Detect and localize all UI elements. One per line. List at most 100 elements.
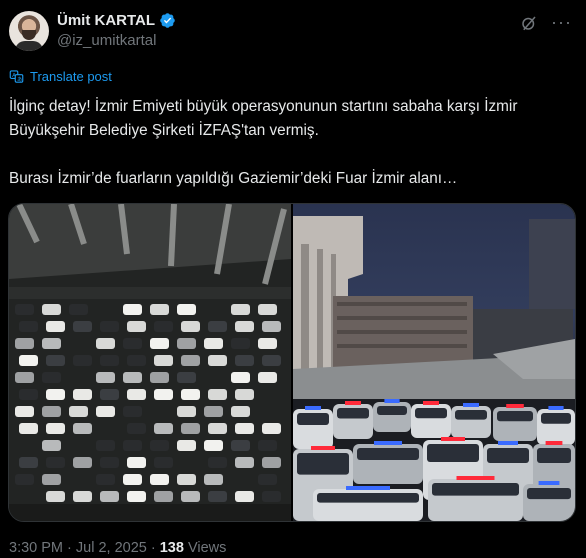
parked-car — [181, 389, 200, 400]
parked-car — [15, 406, 34, 417]
parked-car — [42, 474, 61, 485]
parked-car — [100, 491, 119, 502]
parked-car — [150, 338, 169, 349]
parked-car — [100, 457, 119, 468]
parked-car — [42, 406, 61, 417]
parked-car — [154, 457, 173, 468]
parked-car — [15, 338, 34, 349]
parked-car — [73, 355, 92, 366]
parked-car — [46, 321, 65, 332]
parked-car — [262, 457, 281, 468]
parked-car — [258, 372, 277, 383]
parked-car — [123, 474, 142, 485]
translate-post-link[interactable]: A あ Translate post — [9, 69, 112, 84]
parked-car — [154, 491, 173, 502]
police-cars — [293, 399, 575, 521]
svg-text:あ: あ — [17, 77, 22, 83]
parked-car — [15, 474, 34, 485]
parked-car — [46, 355, 65, 366]
parked-car — [123, 304, 142, 315]
author-handle[interactable]: @iz_umitkartal — [57, 32, 156, 49]
parked-car — [19, 423, 38, 434]
parked-car — [96, 474, 115, 485]
parked-car — [208, 423, 227, 434]
parked-car — [127, 423, 146, 434]
parked-car — [154, 321, 173, 332]
more-icon[interactable]: ··· — [551, 12, 572, 33]
parked-car — [262, 355, 281, 366]
parked-car — [235, 321, 254, 332]
parked-car — [69, 406, 88, 417]
parked-car — [235, 355, 254, 366]
parked-car — [177, 372, 196, 383]
parked-car — [150, 304, 169, 315]
parked-car — [73, 389, 92, 400]
parked-car — [100, 321, 119, 332]
parked-car — [177, 474, 196, 485]
parked-car — [73, 491, 92, 502]
grok-icon[interactable] — [520, 14, 538, 32]
parked-car — [73, 457, 92, 468]
author-name[interactable]: Ümit KARTAL — [57, 12, 155, 29]
verified-badge-icon — [160, 13, 175, 28]
parked-car — [96, 338, 115, 349]
parked-car — [123, 406, 142, 417]
parked-car — [69, 304, 88, 315]
parked-car — [177, 406, 196, 417]
post-time[interactable]: 3:30 PM — [9, 540, 63, 556]
parked-car — [231, 304, 250, 315]
parked-car — [19, 321, 38, 332]
parked-car — [46, 389, 65, 400]
parked-car — [46, 457, 65, 468]
parked-car — [19, 389, 38, 400]
parked-car — [262, 423, 281, 434]
parked-car — [258, 440, 277, 451]
parked-car — [204, 474, 223, 485]
translate-label[interactable]: Translate post — [30, 69, 112, 84]
parked-car — [181, 355, 200, 366]
parked-car — [127, 389, 146, 400]
views-label: Views — [187, 540, 227, 556]
parked-car — [208, 321, 227, 332]
parked-car — [154, 389, 173, 400]
parked-car — [204, 338, 223, 349]
parked-car — [204, 440, 223, 451]
parked-car — [127, 457, 146, 468]
parked-car — [96, 406, 115, 417]
parked-car — [150, 440, 169, 451]
parked-car — [177, 440, 196, 451]
parked-car — [15, 372, 34, 383]
avatar[interactable] — [9, 11, 49, 51]
parked-car — [181, 491, 200, 502]
parked-car — [231, 372, 250, 383]
post-media[interactable] — [8, 203, 576, 522]
parked-car — [150, 372, 169, 383]
parked-car — [127, 491, 146, 502]
parked-car — [154, 423, 173, 434]
parked-car — [100, 389, 119, 400]
parked-car — [235, 423, 254, 434]
meta-separator: · — [63, 540, 76, 556]
parked-car — [42, 338, 61, 349]
parked-car — [204, 406, 223, 417]
parked-car — [231, 338, 250, 349]
post-date[interactable]: Jul 2, 2025 — [76, 540, 147, 556]
aerial-parking-lot-photo[interactable] — [9, 204, 291, 521]
parked-car — [19, 457, 38, 468]
parked-car — [73, 321, 92, 332]
parked-car — [42, 440, 61, 451]
author-name-row: Ümit KARTAL — [57, 12, 176, 29]
parked-car — [181, 321, 200, 332]
parked-car — [127, 321, 146, 332]
parked-car — [208, 355, 227, 366]
parked-car — [150, 474, 169, 485]
parked-car — [96, 372, 115, 383]
parked-car — [96, 440, 115, 451]
parked-car — [42, 372, 61, 383]
parked-car — [127, 355, 146, 366]
parked-car — [208, 457, 227, 468]
parked-car — [231, 406, 250, 417]
parked-car — [177, 338, 196, 349]
meta-separator: · — [146, 540, 160, 556]
police-cars-at-fair-photo[interactable] — [293, 204, 575, 521]
